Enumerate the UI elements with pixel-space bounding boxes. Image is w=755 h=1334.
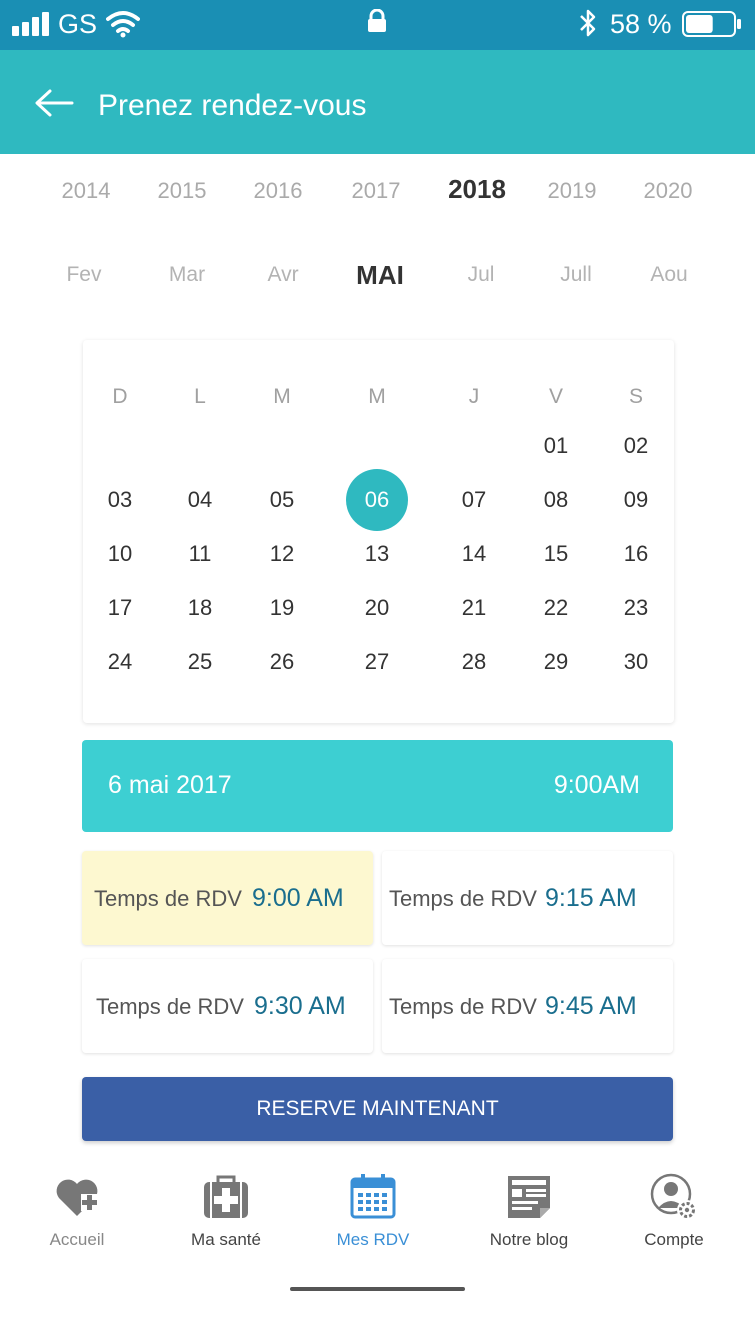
slot-label: Temps de RDV	[389, 886, 537, 911]
selected-time: 9:00AM	[553, 771, 640, 799]
back-arrow-icon[interactable]	[34, 88, 74, 118]
time-slot[interactable]: Temps de RDV 9:30 AM	[82, 959, 373, 1053]
calendar-grid: D L M M J V S 01 02 03 04 05 06 07 08 09 10 11 12 13 14 15 16 1…	[83, 340, 674, 723]
slot-time: 9:00 AM	[252, 884, 344, 912]
bottom-nav: Accueil Ma santé Mes RDV Notre blog Comp…	[0, 1160, 755, 1270]
heart-plus-icon	[56, 1179, 98, 1216]
weekday-header: M	[273, 385, 291, 408]
selected-appointment-banner: 6 mai 2017 9:00AM	[82, 740, 673, 832]
month-item[interactable]: Avr	[238, 263, 328, 287]
month-item-selected[interactable]: MAI	[335, 260, 425, 291]
calendar-day[interactable]: 26	[247, 642, 317, 682]
reserve-now-button[interactable]: RESERVE MAINTENANT	[82, 1077, 673, 1141]
calendar-day[interactable]: 05	[247, 480, 317, 520]
calendar-day[interactable]: 13	[342, 534, 412, 574]
selected-date: 6 mai 2017	[108, 771, 232, 799]
year-item[interactable]: 2014	[41, 178, 131, 204]
slot-label: Temps de RDV	[389, 994, 537, 1019]
nav-label: Mes RDV	[336, 1230, 410, 1249]
calendar-day[interactable]: 15	[521, 534, 591, 574]
nav-label: Compte	[644, 1230, 704, 1249]
calendar-day[interactable]: 09	[601, 480, 671, 520]
calendar-day[interactable]: 30	[601, 642, 671, 682]
month-item[interactable]: Fev	[39, 263, 129, 287]
carrier-name: GS	[58, 9, 98, 39]
calendar-day[interactable]: 10	[85, 534, 155, 574]
calendar-day[interactable]: 22	[521, 588, 591, 628]
calendar-day[interactable]: 21	[439, 588, 509, 628]
calendar-day[interactable]: 20	[342, 588, 412, 628]
weekday-header: V	[548, 385, 563, 408]
home-indicator[interactable]	[290, 1287, 465, 1291]
year-item-selected[interactable]: 2018	[432, 174, 522, 205]
calendar-day-selected[interactable]: 06	[346, 469, 408, 531]
calendar-day[interactable]: 19	[247, 588, 317, 628]
year-item[interactable]: 2019	[527, 178, 617, 204]
nav-item-mes-rdv[interactable]: Mes RDV	[298, 1170, 448, 1260]
nav-item-ma-sante[interactable]: Ma santé	[151, 1170, 301, 1260]
calendar-day[interactable]: 12	[247, 534, 317, 574]
slot-time: 9:30 AM	[254, 992, 346, 1020]
weekday-header: L	[194, 385, 206, 408]
weekday-header: D	[112, 385, 128, 408]
time-slot[interactable]: Temps de RDV 9:45 AM	[382, 959, 673, 1053]
calendar-day[interactable]: 08	[521, 480, 591, 520]
nav-item-notre-blog[interactable]: Notre blog	[454, 1170, 604, 1260]
time-slot-selected[interactable]: Temps de RDV 9:00 AM	[82, 851, 373, 945]
weekday-header: J	[468, 385, 480, 408]
calendar-day[interactable]: 27	[342, 642, 412, 682]
slot-label: Temps de RDV	[94, 886, 242, 911]
calendar-day[interactable]: 28	[439, 642, 509, 682]
blog-icon	[508, 1176, 550, 1218]
calendar-day[interactable]: 24	[85, 642, 155, 682]
signal-icon	[12, 12, 49, 36]
calendar-day[interactable]: 18	[165, 588, 235, 628]
calendar-day[interactable]: 14	[439, 534, 509, 574]
app-header: Prenez rendez-vous	[0, 50, 755, 154]
month-item[interactable]: Aou	[624, 263, 714, 287]
month-item[interactable]: Jull	[531, 263, 621, 287]
calendar-day[interactable]: 02	[601, 426, 671, 466]
slot-time: 9:45 AM	[545, 992, 637, 1020]
bluetooth-icon	[580, 9, 596, 37]
account-settings-icon	[650, 1173, 697, 1220]
nav-label: Accueil	[49, 1230, 105, 1249]
battery-percentage: 58 %	[610, 9, 672, 39]
appointment-screen: GS 58 % Prenez rendez-vous 2014 2015 201…	[0, 0, 755, 1334]
nav-label: Notre blog	[489, 1230, 569, 1249]
weekday-header: M	[368, 385, 386, 408]
calendar-day[interactable]: 04	[165, 480, 235, 520]
month-item[interactable]: Mar	[142, 263, 232, 287]
calendar-day[interactable]: 01	[521, 426, 591, 466]
calendar-day[interactable]: 17	[85, 588, 155, 628]
slot-time: 9:15 AM	[545, 884, 637, 912]
calendar-icon	[350, 1174, 396, 1219]
weekday-header: S	[628, 385, 643, 408]
calendar-day[interactable]: 23	[601, 588, 671, 628]
month-picker: Fev Mar Avr MAI Jul Jull Aou	[0, 255, 755, 303]
slot-label: Temps de RDV	[96, 994, 244, 1019]
year-item[interactable]: 2017	[331, 178, 421, 204]
wifi-icon	[106, 11, 140, 38]
lock-icon	[368, 9, 386, 32]
calendar-day[interactable]: 11	[165, 534, 235, 574]
status-bar: GS 58 %	[0, 0, 755, 50]
nav-item-accueil[interactable]: Accueil	[2, 1170, 152, 1260]
year-picker: 2014 2015 2016 2017 2018 2019 2020	[0, 170, 755, 218]
time-slot[interactable]: Temps de RDV 9:15 AM	[382, 851, 673, 945]
nav-label: Ma santé	[191, 1230, 261, 1249]
calendar-day[interactable]: 07	[439, 480, 509, 520]
year-item[interactable]: 2015	[137, 178, 227, 204]
page-title: Prenez rendez-vous	[98, 89, 367, 122]
calendar-day[interactable]: 16	[601, 534, 671, 574]
battery-icon	[682, 11, 741, 37]
year-item[interactable]: 2016	[233, 178, 323, 204]
calendar-day[interactable]: 03	[85, 480, 155, 520]
year-item[interactable]: 2020	[623, 178, 713, 204]
medical-kit-icon	[204, 1175, 248, 1218]
month-item[interactable]: Jul	[436, 263, 526, 287]
calendar-day[interactable]: 29	[521, 642, 591, 682]
nav-item-compte[interactable]: Compte	[599, 1170, 749, 1260]
calendar-day[interactable]: 25	[165, 642, 235, 682]
